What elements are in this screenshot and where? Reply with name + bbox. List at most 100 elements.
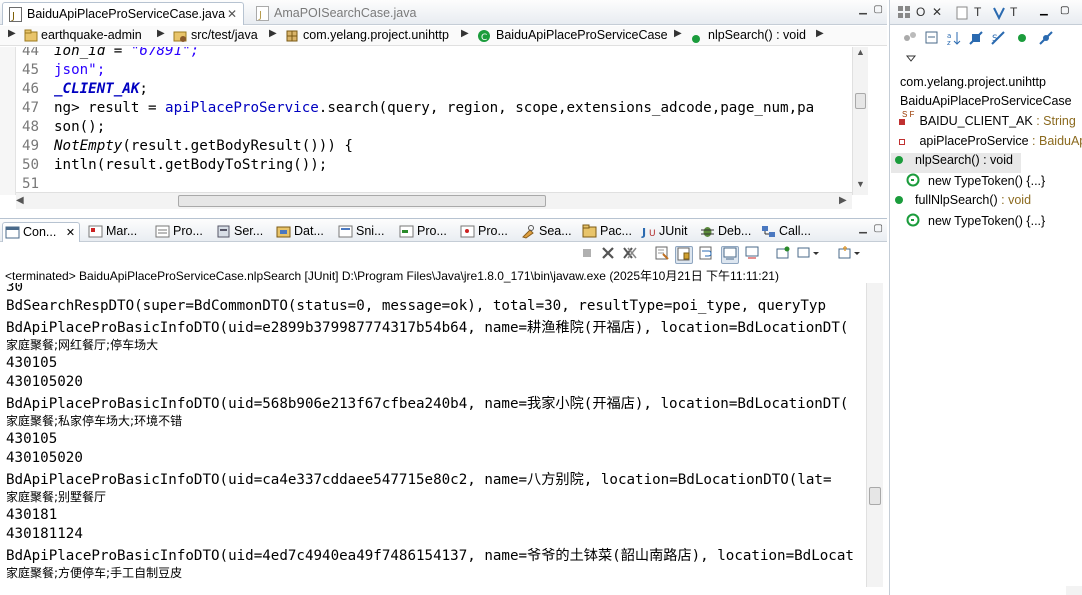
scroll-down-icon[interactable]: ▼ [856, 179, 865, 189]
code-line-47[interactable]: 47 ng> result = apiPlaceProService.search… [22, 100, 814, 119]
breadcrumb-package[interactable]: com.yelang.project.unihttp [303, 28, 449, 42]
code-editor[interactable]: 44 ion_id = "67891"; 45 json"; 46 _CLIENT_A… [0, 47, 872, 195]
tab-ama-case[interactable]: J AmaPOISearchCase.java [250, 2, 420, 25]
pin-console-icon[interactable] [774, 246, 792, 264]
open-console-dropdown[interactable] [837, 246, 863, 264]
tab-snippets[interactable]: Sni... [336, 222, 385, 242]
svg-text:J: J [641, 226, 646, 239]
chevron-right-icon: ▶ [816, 28, 824, 39]
data-source-icon [276, 226, 291, 238]
tab-package-explorer[interactable]: Pac... [580, 222, 632, 242]
hide-fields-icon[interactable] [968, 30, 984, 46]
minimize-icon[interactable]: ▁ [859, 4, 867, 15]
tab-servers[interactable]: Ser... [214, 222, 263, 242]
tab-properties[interactable]: Pro... [153, 222, 203, 242]
maximize-icon[interactable]: ▢ [874, 4, 883, 15]
close-icon[interactable]: ✕ [66, 227, 75, 239]
terminate-icon[interactable] [578, 246, 596, 264]
tab-call-hierarchy[interactable]: Call... [759, 222, 811, 242]
call-hierarchy-icon [762, 226, 775, 237]
outline-toolbar: az S [890, 26, 1082, 62]
hide-static-icon[interactable]: S [990, 30, 1006, 46]
tab-markers[interactable]: Mar... [86, 222, 137, 242]
source-folder-icon [173, 31, 187, 42]
word-wrap-icon[interactable] [697, 246, 715, 264]
breadcrumb-class[interactable]: BaiduApiPlaceProServiceCase [496, 28, 668, 42]
remove-launch-icon[interactable] [599, 246, 617, 264]
breadcrumb-source-folder[interactable]: src/test/java [191, 28, 258, 42]
focus-icon[interactable] [902, 30, 918, 46]
scroll-left-icon[interactable]: ◀ [16, 195, 24, 206]
tab-progress[interactable]: Pro... [397, 222, 447, 242]
breadcrumb-method[interactable]: nlpSearch() : void [708, 28, 806, 42]
svg-text:J: J [258, 10, 262, 21]
code-line-50[interactable]: 50 intln(result.getBodyToString()); [22, 157, 327, 176]
collapse-all-icon[interactable] [924, 30, 940, 46]
scroll-thumb[interactable] [869, 487, 881, 505]
console-line: 家庭聚餐;私家停车场大;环境不错 [6, 414, 183, 428]
console-output[interactable]: 30 BdSearchRespDTO(super=BdCommonDTO(stat… [0, 283, 866, 587]
maximize-icon[interactable]: ▢ [1060, 5, 1069, 16]
tab-data-source[interactable]: Dat... [274, 222, 324, 242]
console-vertical-scrollbar[interactable] [866, 283, 883, 587]
console-line: BdSearchRespDTO(super=BdCommonDTO(status… [6, 298, 826, 314]
maximize-icon[interactable]: ▢ [874, 223, 883, 234]
hide-local-types-icon[interactable] [1038, 30, 1054, 46]
tab-type-hierarchy[interactable]: T [1010, 5, 1017, 19]
code-line-48[interactable]: 48 son(); [22, 119, 105, 138]
java-file-icon: J [9, 7, 22, 22]
code-line-45[interactable]: 45 json"; [22, 62, 105, 81]
editor-horizontal-scrollbar[interactable]: ◀ ▶ [16, 192, 852, 209]
console-line: BdApiPlaceProBasicInfoDTO(uid=4ed7c4940e… [6, 548, 854, 564]
tab-debug[interactable]: Deb... [698, 222, 751, 242]
junit-icon: JU [641, 226, 656, 239]
scroll-right-icon[interactable]: ▶ [839, 195, 847, 206]
outline-anon-class-2[interactable]: new TypeToken() {...} [906, 213, 1045, 233]
tab-search[interactable]: Sea... [519, 222, 572, 242]
breadcrumb-project[interactable]: earthquake-admin [41, 28, 142, 42]
class-icon: C [478, 30, 490, 43]
tab-problems[interactable]: Pro... [458, 222, 508, 242]
tab-outline[interactable]: O [916, 5, 925, 19]
close-icon[interactable]: ✕ [227, 7, 237, 21]
scroll-thumb[interactable] [178, 195, 546, 207]
anonymous-class-icon [906, 173, 920, 187]
scroll-up-icon[interactable]: ▲ [856, 47, 865, 57]
editor-window-controls: ▁ ▢ [859, 4, 883, 15]
show-console-on-output-icon[interactable] [721, 246, 739, 264]
anonymous-class-icon [906, 213, 920, 227]
tab-junit[interactable]: JU JUnit [639, 222, 687, 242]
outline-method-nlp-search[interactable]: nlpSearch() : void [891, 153, 1021, 173]
outline-anon-class-1[interactable]: new TypeToken() {...} [906, 173, 1045, 193]
tab-baidu-case[interactable]: J BaiduApiPlaceProServiceCase.java ✕ [2, 2, 244, 25]
minimize-icon[interactable]: ▁ [859, 223, 867, 234]
clear-console-icon[interactable] [653, 246, 671, 264]
minimize-icon[interactable]: ▁ [1040, 5, 1048, 16]
display-selected-console-dropdown[interactable] [796, 246, 822, 264]
show-console-on-error-icon[interactable] [743, 246, 761, 264]
svg-text:z: z [947, 39, 951, 46]
scroll-lock-icon[interactable] [675, 246, 693, 264]
scroll-thumb[interactable] [855, 93, 866, 109]
tab-console[interactable]: Con... ✕ [2, 222, 80, 242]
outline-class[interactable]: BaiduApiPlaceProServiceCase [900, 94, 1072, 114]
outline-field-baidu-client-ak[interactable]: S F BAIDU_CLIENT_AK : String [896, 110, 1076, 134]
remove-all-terminated-icon[interactable] [621, 246, 639, 264]
editor-vertical-scrollbar[interactable]: ▲ ▼ [852, 47, 868, 195]
tab-task-list[interactable]: T [974, 5, 981, 19]
console-line: 家庭聚餐;方便停车;手工自制豆皮 [6, 566, 183, 580]
outline-method-full-nlp-search[interactable]: fullNlpSearch() : void [891, 193, 1031, 213]
code-line-44[interactable]: 44 ion_id = "67891"; [22, 47, 199, 62]
outline-package[interactable]: com.yelang.project.unihttp [900, 75, 1046, 95]
code-line-49[interactable]: 49 NotEmpty(result.getBodyResult())) { [22, 138, 353, 157]
static-final-field-icon: S F [896, 110, 916, 128]
sort-icon[interactable]: az [946, 30, 962, 46]
outline-field-api-place-pro-service[interactable]: apiPlaceProService : BaiduAp [896, 134, 1082, 154]
hide-non-public-icon[interactable] [1014, 30, 1030, 46]
code-line-46[interactable]: 46 _CLIENT_AK; [22, 81, 148, 100]
view-menu-icon[interactable] [905, 55, 917, 63]
console-status: <terminated> BaiduApiPlaceProServiceCase… [5, 269, 779, 283]
close-icon[interactable]: ✕ [932, 5, 942, 19]
chevron-right-icon: ▶ [157, 28, 165, 39]
console-line: 家庭聚餐;别墅餐厅 [6, 490, 107, 504]
